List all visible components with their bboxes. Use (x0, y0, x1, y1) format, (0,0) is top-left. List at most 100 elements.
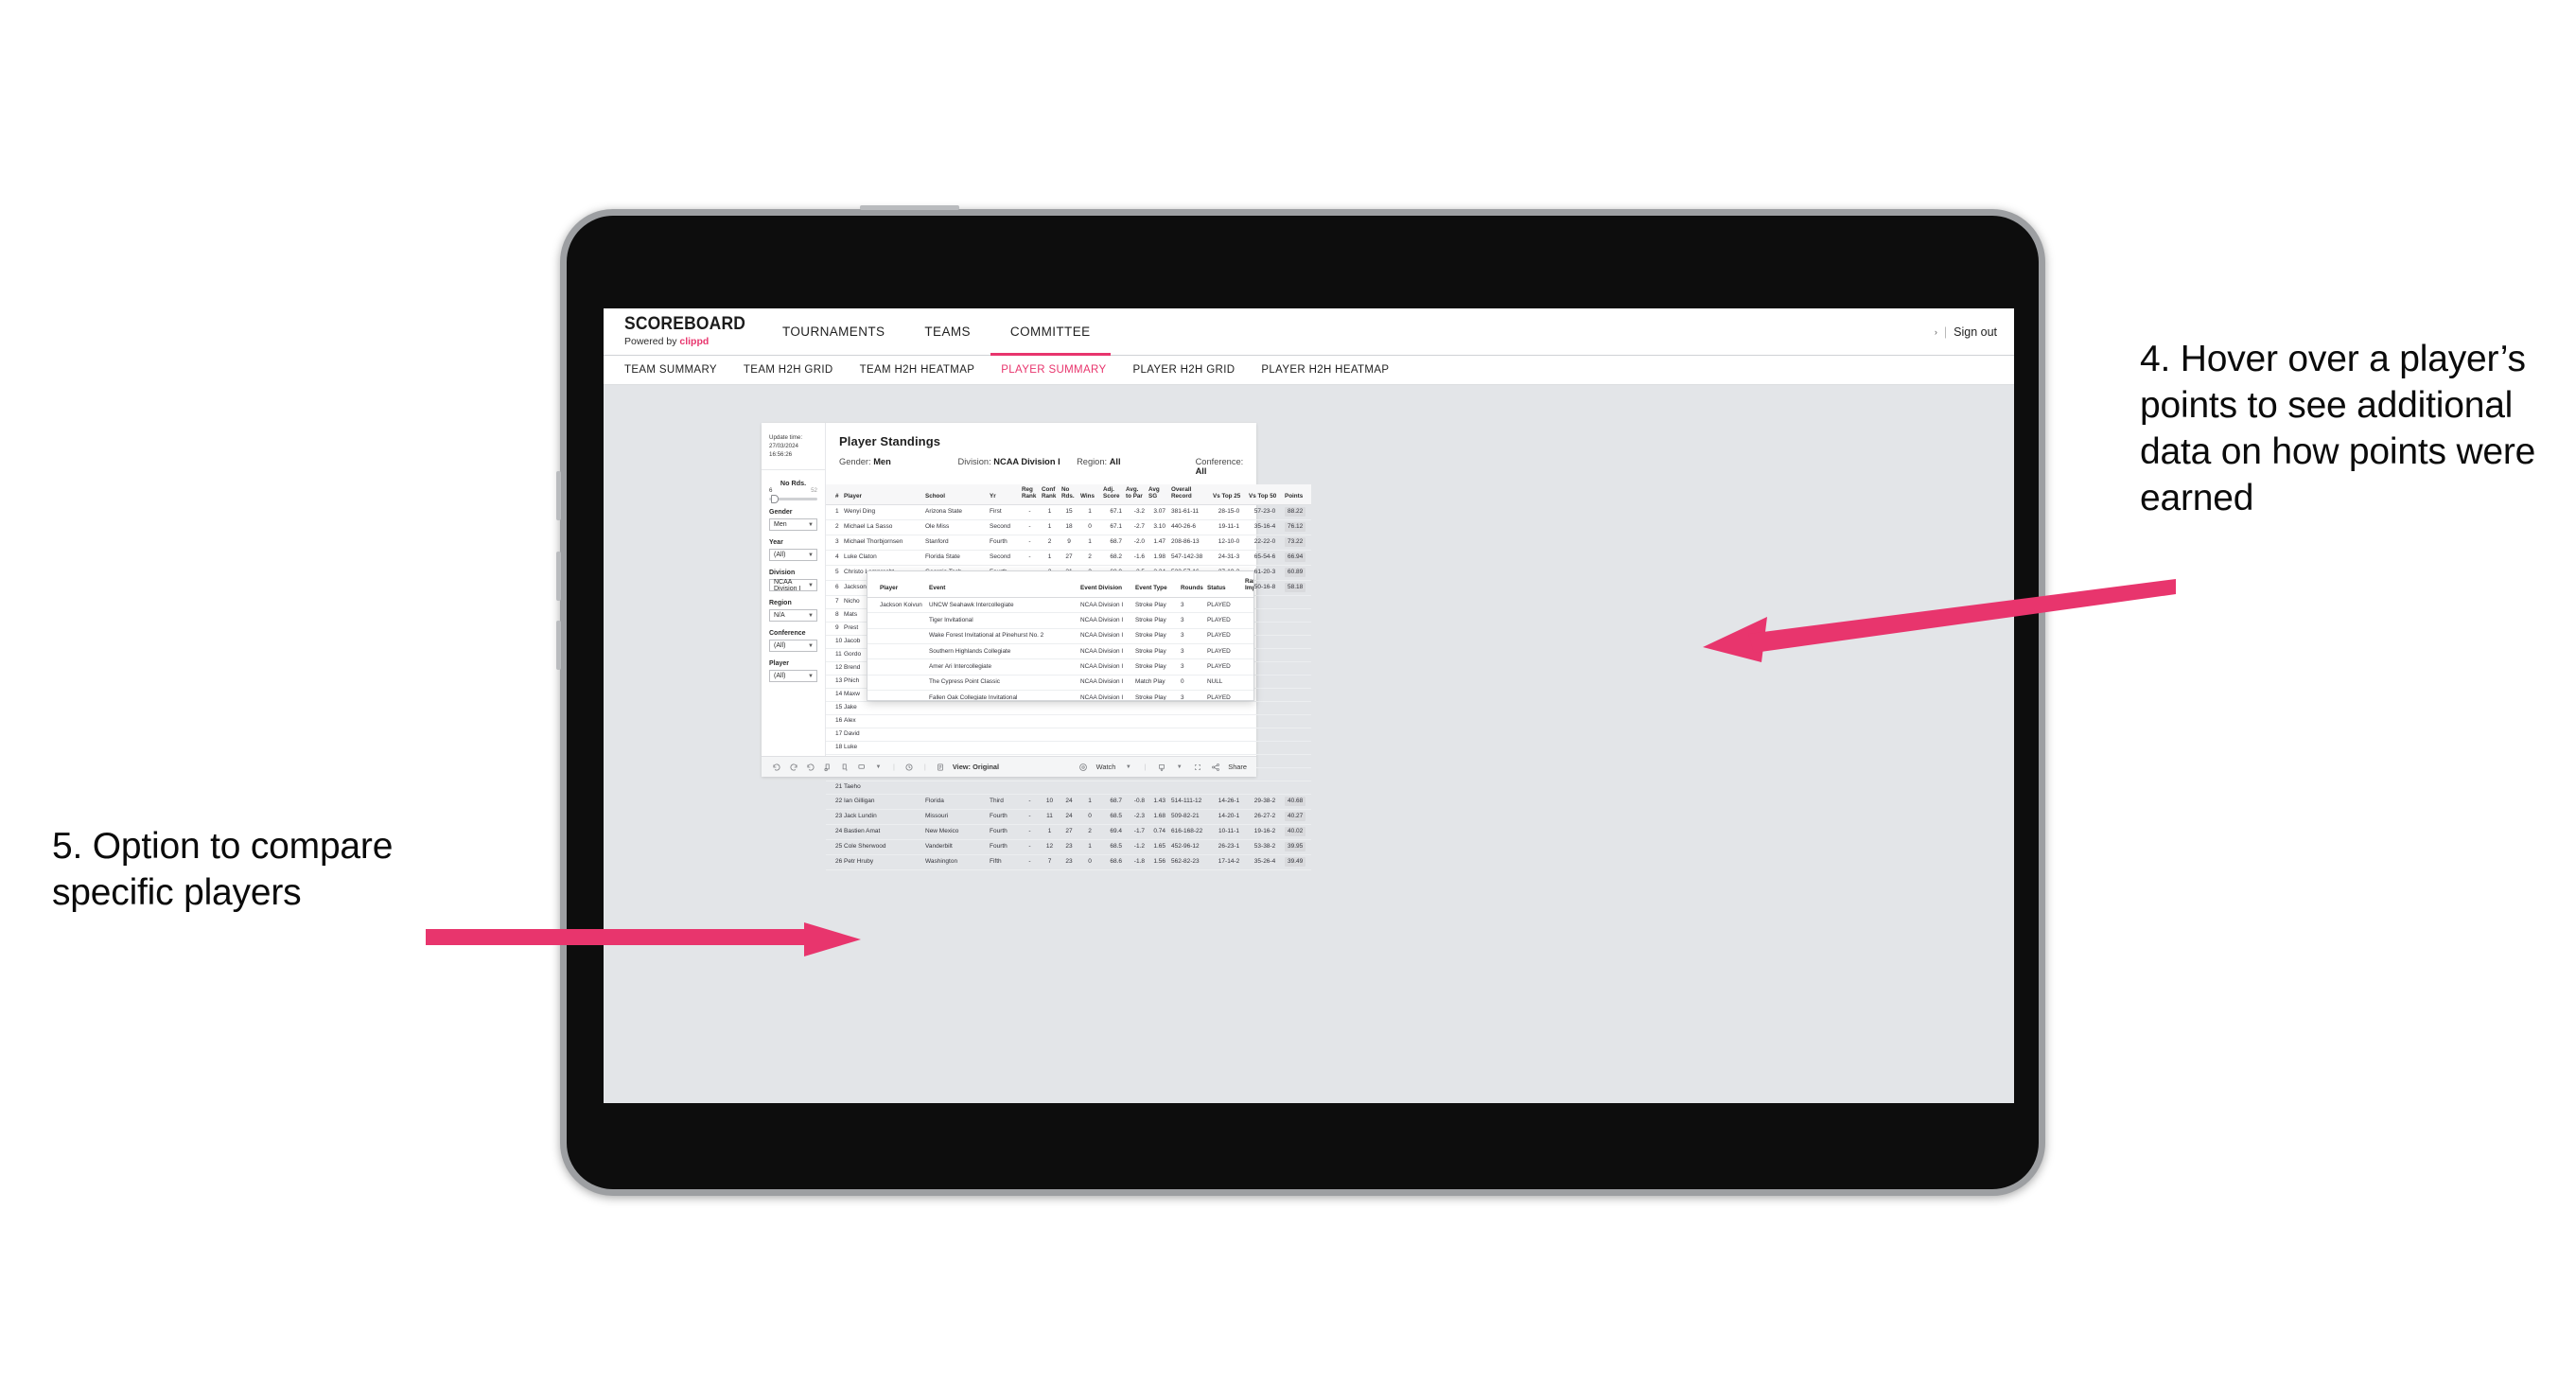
col-year[interactable]: Yr (988, 484, 1020, 505)
share-label[interactable]: Share (1228, 763, 1247, 771)
points-cell[interactable] (1283, 688, 1311, 702)
subnav-item-team-h2h-heatmap[interactable]: TEAM H2H HEATMAP (860, 364, 989, 376)
chevron-down-icon[interactable]: ▼ (873, 762, 884, 772)
points-cell[interactable]: 39.95 (1283, 839, 1311, 855)
filter-year-select[interactable]: (All) ▼ (769, 549, 817, 561)
table-row[interactable]: 15 Jake (826, 701, 1311, 715)
points-cell[interactable] (1283, 728, 1311, 742)
points-cell[interactable] (1283, 622, 1311, 636)
col-player[interactable]: Player (842, 484, 923, 505)
filter-division-select[interactable]: NCAA Division I ▼ (769, 579, 817, 592)
points-cell[interactable] (1283, 741, 1311, 755)
points-cell[interactable]: 60.89 (1283, 565, 1311, 581)
points-cell[interactable]: 40.02 (1283, 824, 1311, 840)
points-cell[interactable] (1283, 675, 1311, 689)
summary-conference-value: All (1195, 466, 1207, 476)
subnav-item-team-h2h-grid[interactable]: TEAM H2H GRID (744, 364, 847, 376)
points-cell[interactable] (1283, 714, 1311, 728)
points-cell[interactable] (1283, 608, 1311, 623)
watch-icon[interactable] (1078, 762, 1089, 772)
no-rounds-slider-handle[interactable] (771, 495, 779, 503)
table-row[interactable]: 3 Michael Thorbjornsen Stanford Fourth -2 9 1 6… (826, 535, 1311, 551)
col-school[interactable]: School (923, 484, 988, 505)
points-cell[interactable]: 73.22 (1283, 535, 1311, 551)
points-cell[interactable] (1283, 754, 1311, 768)
pause-updates-icon[interactable] (839, 762, 850, 772)
revert-icon[interactable] (805, 762, 815, 772)
col-adj-score[interactable]: Adj. Score (1101, 484, 1124, 505)
subnav-item-player-h2h-grid[interactable]: PLAYER H2H GRID (1132, 364, 1248, 376)
nav-item-committee[interactable]: COMMITTEE (990, 309, 1111, 356)
view-label[interactable]: View: Original (953, 763, 999, 771)
points-cell[interactable] (1283, 701, 1311, 715)
points-cell[interactable]: 40.68 (1283, 794, 1311, 810)
col-avg-sg[interactable]: Avg SG (1147, 484, 1167, 505)
sign-out-link[interactable]: Sign out (1954, 325, 1997, 339)
table-row[interactable]: 21 Taeho (826, 781, 1311, 795)
table-row[interactable]: 16 Alex (826, 714, 1311, 728)
undo-icon[interactable] (771, 762, 781, 772)
col-avg-to-par[interactable]: Avg. to Par (1124, 484, 1147, 505)
device-layout-icon[interactable] (856, 762, 867, 772)
conf-rank-cell (1040, 781, 1060, 795)
share-icon[interactable] (1210, 762, 1220, 772)
col-vs-top-25[interactable]: Vs Top 25 (1211, 484, 1247, 505)
points-cell[interactable] (1283, 635, 1311, 649)
nav-item-teams[interactable]: TEAMS (904, 309, 990, 356)
filter-region-select[interactable]: N/A ▼ (769, 609, 817, 622)
points-cell[interactable]: 76.12 (1283, 519, 1311, 535)
col-rank[interactable]: # (826, 484, 842, 505)
no-rounds-slider[interactable] (769, 495, 817, 503)
download-icon[interactable] (1156, 762, 1166, 772)
points-cell[interactable]: 40.27 (1283, 809, 1311, 825)
points-cell[interactable] (1283, 767, 1311, 781)
col-points[interactable]: Points (1283, 484, 1311, 505)
points-cell[interactable] (1283, 595, 1311, 609)
subnav-item-team-summary[interactable]: TEAM SUMMARY (624, 364, 730, 376)
chevron-down-icon[interactable]: ▼ (1123, 762, 1133, 772)
redo-icon[interactable] (788, 762, 798, 772)
table-row[interactable]: 18 Luke (826, 741, 1311, 755)
col-vs-top-50[interactable]: Vs Top 50 (1247, 484, 1283, 505)
nav-item-tournaments[interactable]: TOURNAMENTS (762, 309, 904, 356)
chevron-right-icon[interactable]: › (1935, 327, 1937, 337)
col-wins[interactable]: Wins (1078, 484, 1101, 505)
brand-logo[interactable]: SCOREBOARD Powered by clippd (604, 308, 762, 355)
table-row[interactable]: 1 Wenyi Ding Arizona State First -1 15 1 67.1 -3… (826, 504, 1311, 520)
points-cell[interactable] (1283, 781, 1311, 795)
filter-player-select[interactable]: (All) ▼ (769, 670, 817, 682)
table-row[interactable]: 26 Petr Hruby Washington Fifth -7 23 0 68.6 -1.8… (826, 854, 1311, 870)
table-row[interactable]: 25 Cole Sherwood Vanderbilt Fourth -12 23 1 68.… (826, 839, 1311, 855)
watch-label[interactable]: Watch (1096, 763, 1116, 771)
adj-score-cell: 68.5 (1101, 809, 1124, 825)
points-cell[interactable]: 88.22 (1283, 504, 1311, 520)
overall-record-cell: 509-82-21 (1167, 809, 1211, 825)
table-row[interactable]: 4 Luke Claton Florida State Second -1 27 2 68.2… (826, 550, 1311, 566)
points-cell[interactable]: 39.49 (1283, 854, 1311, 870)
col-overall-record[interactable]: Overall Record (1167, 484, 1211, 505)
table-row[interactable]: 24 Bastien Amat New Mexico Fourth -1 27 2 69.4-… (826, 824, 1311, 840)
filter-conference-select[interactable]: (All) ▼ (769, 640, 817, 652)
table-row[interactable]: 23 Jack Lundin Missouri Fourth -11 24 0 68.5 -2.… (826, 809, 1311, 825)
pause-auto-update-icon[interactable] (904, 762, 915, 772)
col-no-rounds[interactable]: No Rds. (1060, 484, 1078, 505)
subnav-item-player-summary[interactable]: PLAYER SUMMARY (1001, 364, 1119, 376)
subnav-item-player-h2h-heatmap[interactable]: PLAYER H2H HEATMAP (1261, 364, 1402, 376)
table-row[interactable]: 22 Ian Gilligan Florida Third -10 24 1 68.7 -0.8… (826, 794, 1311, 810)
table-row[interactable]: 17 David (826, 728, 1311, 742)
filter-gender-select[interactable]: Men ▼ (769, 518, 817, 531)
col-conf-rank[interactable]: Conf Rank (1040, 484, 1060, 505)
points-cell[interactable] (1283, 661, 1311, 675)
refresh-data-icon[interactable] (822, 762, 832, 772)
points-cell[interactable] (1283, 648, 1311, 662)
filter-gender-value: Men (774, 521, 787, 528)
no-rounds-label: No Rds. (780, 479, 807, 487)
col-reg-rank[interactable]: Reg Rank (1020, 484, 1040, 505)
points-cell[interactable]: 58.18 (1283, 580, 1311, 596)
chevron-down-icon[interactable]: ▼ (1174, 762, 1184, 772)
points-cell[interactable]: 66.94 (1283, 550, 1311, 566)
view-icon[interactable] (936, 762, 946, 772)
table-row[interactable]: 2 Michael La Sasso Ole Miss Second -1 18 0 67.1… (826, 519, 1311, 535)
fullscreen-icon[interactable] (1192, 762, 1202, 772)
filter-player-label: Player (769, 660, 790, 667)
